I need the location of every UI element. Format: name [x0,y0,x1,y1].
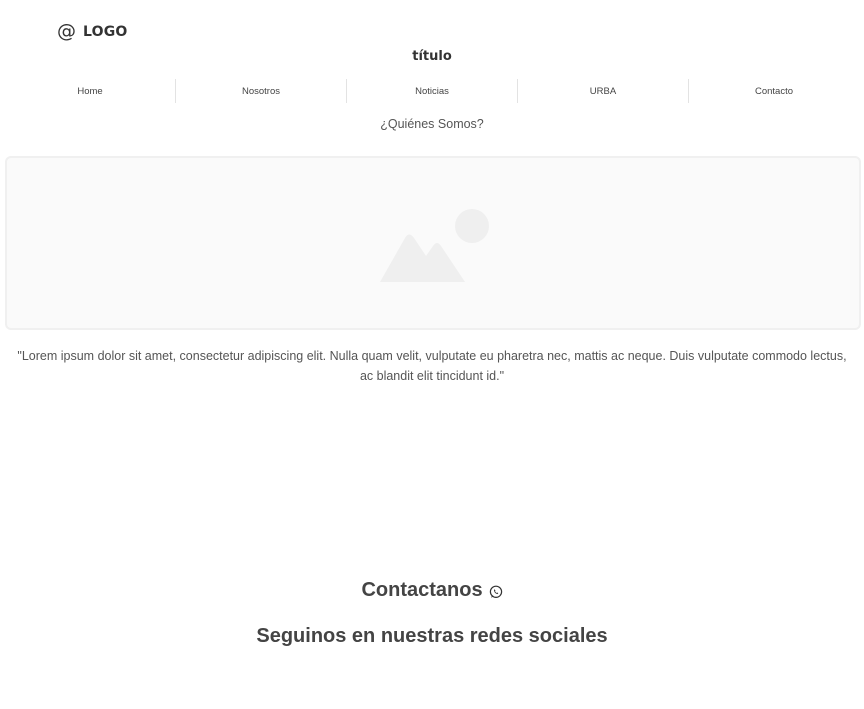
main-nav: Home Nosotros Noticias URBA Contacto [5,79,859,103]
logo[interactable]: @ LOGO [57,22,128,41]
at-icon: @ [57,20,76,42]
logo-text: LOGO [83,23,128,40]
social-heading: Seguinos en nuestras redes sociales [256,625,608,647]
nav-item-contacto[interactable]: Contacto [688,79,859,103]
site-title: título [412,49,452,64]
section-heading: ¿Quiénes Somos? [380,117,484,131]
contact-link[interactable]: Contactanos [0,579,864,602]
nav-item-home[interactable]: Home [5,79,175,103]
whatsapp-icon[interactable] [489,585,503,599]
nav-item-noticias[interactable]: Noticias [346,79,517,103]
image-placeholder-icon [380,209,489,282]
contact-label: Contactanos [361,579,483,601]
nav-item-urba[interactable]: URBA [517,79,688,103]
nav-item-nosotros[interactable]: Nosotros [175,79,346,103]
quote-text: "Lorem ipsum dolor sit amet, consectetur… [17,349,847,383]
image-placeholder [5,156,861,330]
